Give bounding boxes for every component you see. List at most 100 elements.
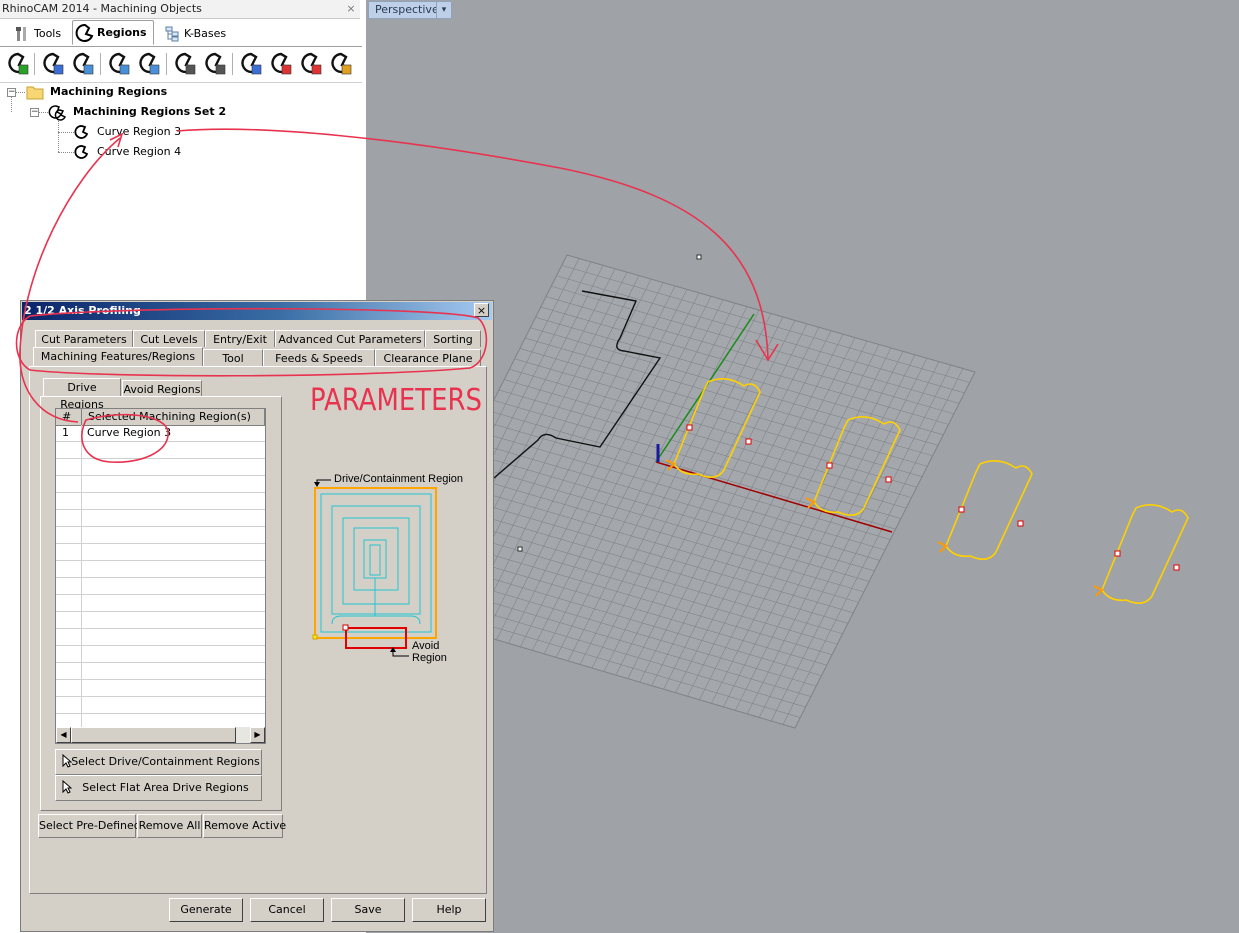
- list-row[interactable]: [56, 578, 265, 595]
- tab-cut-levels[interactable]: Cut Levels: [133, 330, 205, 347]
- list-row[interactable]: [56, 697, 265, 714]
- list-row[interactable]: [56, 646, 265, 663]
- list-row[interactable]: [56, 476, 265, 493]
- control-point: [1017, 520, 1024, 527]
- remove-all-button[interactable]: Remove All: [137, 814, 202, 838]
- new-region-icon[interactable]: [5, 51, 31, 77]
- control-point: [1173, 564, 1180, 571]
- list-header: # Selected Machining Region(s): [56, 409, 265, 426]
- point-marker: [696, 254, 702, 260]
- tab-advanced-cut-parameters[interactable]: Advanced Cut Parameters: [275, 330, 425, 347]
- layer-region-icon[interactable]: [106, 51, 132, 77]
- list-row[interactable]: [56, 527, 265, 544]
- row-region-name: Curve Region 3: [87, 426, 172, 439]
- control-point: [826, 462, 833, 469]
- folder-icon: [26, 86, 44, 100]
- select-drive-regions-button[interactable]: Select Drive/Containment Regions: [55, 749, 262, 775]
- scroll-thumb[interactable]: [71, 727, 236, 743]
- tab-feeds-speeds[interactable]: Feeds & Speeds: [263, 349, 375, 366]
- curve-region-2-icon[interactable]: [202, 51, 228, 77]
- panel-tab-bar: Tools Regions K-Bases: [0, 19, 362, 47]
- list-horizontal-scrollbar[interactable]: ◀ ▶: [56, 727, 265, 743]
- tab-regions[interactable]: Regions: [72, 20, 154, 45]
- control-point: [1114, 550, 1121, 557]
- region-table-icon[interactable]: [238, 51, 264, 77]
- tab-tools[interactable]: Tools: [10, 22, 72, 45]
- cursor-icon: [62, 754, 72, 768]
- panel-close-button[interactable]: ×: [344, 1, 358, 17]
- tab-sorting[interactable]: Sorting: [425, 330, 481, 347]
- tree-set-label[interactable]: Machining Regions Set 2: [73, 103, 226, 121]
- select-drive-regions-label: Select Drive/Containment Regions: [71, 755, 260, 768]
- remove-active-button[interactable]: Remove Active: [203, 814, 286, 838]
- list-row[interactable]: [56, 595, 265, 612]
- regions-toolbar: [0, 48, 362, 83]
- select-flat-area-label: Select Flat Area Drive Regions: [82, 781, 249, 794]
- tree-collapse-set[interactable]: −: [30, 108, 39, 117]
- layer-region-2-icon[interactable]: [136, 51, 162, 77]
- tree-collapse-root[interactable]: −: [7, 88, 16, 97]
- tab-machining-features-regions[interactable]: Machining Features/Regions: [33, 347, 203, 367]
- tab-entry-exit[interactable]: Entry/Exit: [205, 330, 275, 347]
- column-header-number[interactable]: #: [56, 409, 82, 425]
- direction-arrow: [937, 541, 948, 553]
- list-row[interactable]: [56, 680, 265, 697]
- point-marker: [517, 546, 523, 552]
- list-row[interactable]: [56, 493, 265, 510]
- curve-region-icon[interactable]: [172, 51, 198, 77]
- list-row[interactable]: [56, 544, 265, 561]
- list-row[interactable]: [56, 663, 265, 680]
- control-point: [958, 506, 965, 513]
- tab-tool[interactable]: Tool: [203, 349, 263, 366]
- machining-objects-panel: RhinoCAM 2014 - Machining Objects × Tool…: [0, 0, 366, 300]
- tab-k-bases-label: K-Bases: [184, 27, 227, 40]
- scroll-left-icon[interactable]: ◀: [56, 727, 71, 743]
- tab-clearance-plane[interactable]: Clearance Plane: [375, 349, 481, 366]
- tree-item-curve-region-3[interactable]: Curve Region 3: [97, 123, 181, 141]
- cancel-button[interactable]: Cancel: [250, 898, 324, 922]
- control-point: [885, 476, 892, 483]
- selected-regions-list[interactable]: # Selected Machining Region(s) 1 Curve Re…: [55, 408, 266, 744]
- subtab-drive-regions[interactable]: Drive Regions: [43, 378, 121, 411]
- region-pencil-icon[interactable]: [328, 51, 354, 77]
- profiling-dialog: 2 1/2 Axis Profiling × Cut Parameters Cu…: [20, 300, 494, 932]
- list-row[interactable]: [56, 612, 265, 629]
- list-row[interactable]: [56, 459, 265, 476]
- curve-region-icon: [74, 125, 89, 139]
- curve-region-icon: [74, 145, 89, 159]
- tab-cut-parameters[interactable]: Cut Parameters: [35, 330, 133, 347]
- list-row[interactable]: 1 Curve Region 3: [56, 425, 265, 442]
- perspective-viewport[interactable]: [366, 0, 1239, 933]
- save-button[interactable]: Save: [331, 898, 405, 922]
- list-row[interactable]: [56, 442, 265, 459]
- column-header-region[interactable]: Selected Machining Region(s): [82, 409, 265, 425]
- k-bases-icon: [165, 26, 179, 42]
- drive-region-label: Drive/Containment Region: [334, 473, 463, 485]
- list-row[interactable]: [56, 510, 265, 527]
- cursor-icon: [62, 780, 72, 794]
- scroll-right-icon[interactable]: ▶: [250, 727, 265, 743]
- tree-root-label[interactable]: Machining Regions: [50, 83, 167, 101]
- help-button[interactable]: Help: [412, 898, 486, 922]
- select-region-icon[interactable]: [40, 51, 66, 77]
- region-set-icon: [48, 105, 66, 121]
- drive-avoid-diagram: Drive/Containment Region Avoid Region: [312, 473, 463, 664]
- list-row[interactable]: [56, 561, 265, 578]
- tree-item-curve-region-4[interactable]: Curve Region 4: [97, 143, 181, 161]
- list-row[interactable]: [56, 629, 265, 646]
- region-delete-icon[interactable]: [298, 51, 324, 77]
- avoid-label-line2: Region: [412, 652, 447, 664]
- viewport-menu-arrow[interactable]: ▾: [436, 1, 452, 19]
- subtab-avoid-regions[interactable]: Avoid Regions: [122, 380, 202, 397]
- generate-button[interactable]: Generate: [169, 898, 243, 922]
- region-zoom-icon[interactable]: [70, 51, 96, 77]
- select-predefined-button[interactable]: Select Pre-Defined: [38, 814, 141, 838]
- dialog-close-button[interactable]: ×: [474, 303, 489, 317]
- regions-icon: [75, 23, 94, 42]
- dialog-title: 2 1/2 Axis Profiling: [22, 302, 492, 320]
- tab-k-bases[interactable]: K-Bases: [160, 22, 240, 45]
- region-edit-icon[interactable]: [268, 51, 294, 77]
- viewport-label[interactable]: Perspective: [368, 1, 446, 19]
- select-flat-area-button[interactable]: Select Flat Area Drive Regions: [55, 775, 262, 801]
- tab-regions-label: Regions: [97, 26, 147, 39]
